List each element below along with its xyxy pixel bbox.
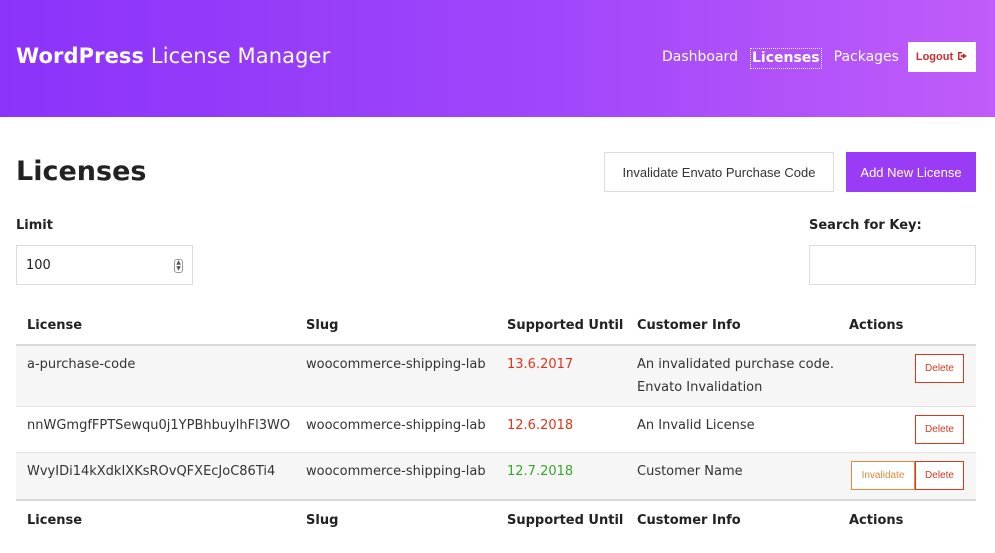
limit-label: Limit — [16, 218, 53, 233]
delete-button[interactable]: Delete — [915, 461, 964, 490]
brand-name-light: License Manager — [150, 44, 331, 68]
table-row: nnWGmgfFPTSewqu0j1YPBhbuylhFl3WO woocomm… — [16, 407, 976, 453]
license-slug: woocommerce-shipping-lab — [306, 357, 486, 372]
col-slug: Slug — [306, 318, 339, 333]
supported-until: 12.6.2018 — [507, 418, 574, 433]
col-license: License — [27, 318, 83, 333]
license-key: a-purchase-code — [27, 357, 136, 372]
customer-info: An Invalid License — [637, 418, 755, 433]
license-key: nnWGmgfFPTSewqu0j1YPBhbuylhFl3WO — [27, 418, 291, 433]
nav-licenses[interactable]: Licenses — [749, 48, 822, 69]
table-row: a-purchase-code woocommerce-shipping-lab… — [16, 346, 976, 407]
col-customer-info: Customer Info — [637, 513, 741, 528]
table-header: License Slug Supported Until Customer In… — [16, 306, 976, 346]
licenses-table: License Slug Supported Until Customer In… — [16, 306, 976, 539]
brand-name-bold: WordPress — [16, 44, 145, 68]
col-slug: Slug — [306, 513, 339, 528]
search-key-input[interactable] — [809, 245, 976, 285]
sign-out-icon — [957, 51, 968, 64]
table-row: WvyIDi14kXdkIXKsROvQFXEcJoC86Ti4 woocomm… — [16, 453, 976, 499]
invalidate-envato-button[interactable]: Invalidate Envato Purchase Code — [604, 152, 834, 192]
nav-packages[interactable]: Packages — [833, 48, 900, 69]
license-slug: woocommerce-shipping-lab — [306, 418, 486, 433]
col-supported-until: Supported Until — [507, 318, 624, 333]
nav-dashboard[interactable]: Dashboard — [661, 48, 739, 69]
supported-until: 12.7.2018 — [507, 464, 574, 479]
col-license: License — [27, 513, 83, 528]
number-spinner-icon[interactable]: ▲ ▼ — [174, 259, 183, 273]
delete-button[interactable]: Delete — [915, 415, 964, 444]
customer-info-line: Envato Invalidation — [637, 380, 763, 395]
invalidate-button[interactable]: Invalidate — [851, 461, 915, 490]
col-actions: Actions — [849, 318, 904, 333]
table-footer: License Slug Supported Until Customer In… — [16, 499, 976, 539]
app-header: WordPress License Manager Dashboard Lice… — [0, 0, 995, 117]
limit-value: 100 — [26, 257, 51, 273]
customer-info: Customer Name — [637, 464, 743, 479]
col-actions: Actions — [849, 513, 904, 528]
brand-logo[interactable]: WordPress License Manager — [16, 44, 330, 68]
logout-label: Logout — [915, 51, 954, 63]
main-nav: Dashboard Licenses Packages — [661, 48, 911, 69]
search-label: Search for Key: — [809, 218, 922, 233]
col-customer-info: Customer Info — [637, 318, 741, 333]
delete-button[interactable]: Delete — [915, 354, 964, 383]
license-slug: woocommerce-shipping-lab — [306, 464, 486, 479]
limit-input[interactable]: 100 ▲ ▼ — [16, 245, 193, 285]
supported-until: 13.6.2017 — [507, 357, 574, 372]
customer-info-line: An invalidated purchase code. — [637, 357, 834, 372]
license-key: WvyIDi14kXdkIXKsROvQFXEcJoC86Ti4 — [27, 464, 276, 479]
customer-info: An invalidated purchase code. Envato Inv… — [637, 353, 834, 399]
page-title: Licenses — [16, 156, 147, 187]
add-license-button[interactable]: Add New License — [846, 152, 976, 192]
logout-button[interactable]: Logout — [908, 42, 976, 72]
col-supported-until: Supported Until — [507, 513, 624, 528]
